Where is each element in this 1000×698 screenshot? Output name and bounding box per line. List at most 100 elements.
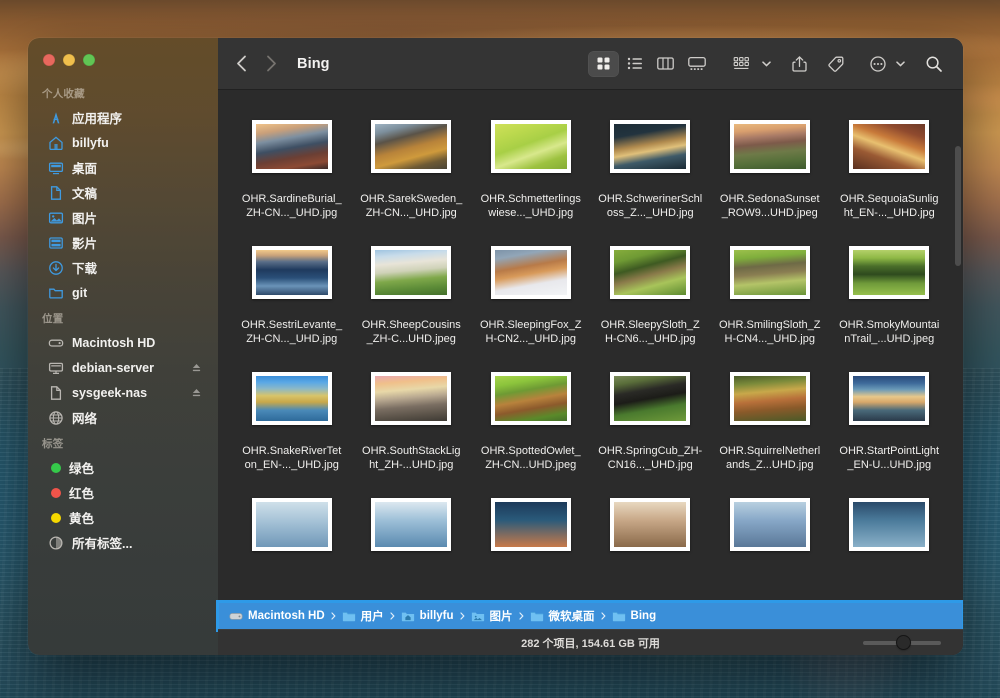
chevron-down-icon <box>762 61 771 67</box>
sidebar-item-tag-dot-red[interactable]: 红色 <box>34 480 212 505</box>
eject-icon[interactable] <box>191 362 202 373</box>
file-item[interactable] <box>352 485 472 570</box>
thumbnail-image <box>375 376 447 421</box>
file-item[interactable]: OHR.StartPointLight_EN-U...UHD.jpg <box>830 359 950 472</box>
file-item[interactable]: OHR.SarekSweden_ZH-CN..._UHD.jpg <box>352 107 472 220</box>
file-thumbnail <box>252 372 332 425</box>
more-actions-chevron[interactable] <box>893 61 907 67</box>
scrollbar-thumb[interactable] <box>955 146 961 266</box>
group-by-chevron[interactable] <box>759 61 773 67</box>
file-thumbnail-box <box>849 359 929 437</box>
file-item[interactable]: OHR.SmilingSloth_ZH-CN4..._UHD.jpg <box>710 233 830 346</box>
sidebar-item-pictures-icon[interactable]: 图片 <box>34 205 212 230</box>
file-name: OHR.Schmetterlingswiese..._UHD.jpg <box>479 192 583 220</box>
file-grid-scroll-area[interactable]: OHR.SardineBurial_ZH-CN..._UHD.jpg OHR.Sa… <box>218 90 963 655</box>
path-bar[interactable]: Macintosh HD 用户 billyfu 图片 微软桌面 Bing <box>219 603 962 629</box>
sidebar-item-label: 图片 <box>72 208 97 227</box>
sidebar-item-tag-dot-yellow[interactable]: 黄色 <box>34 505 212 530</box>
file-thumbnail-box <box>610 359 690 437</box>
slider-knob[interactable] <box>897 636 910 649</box>
finder-sidebar: 个人收藏应用程序billyfu桌面文稿图片影片下载git位置Macintosh … <box>28 38 218 655</box>
file-item[interactable]: OHR.SestriLevante_ZH-CN..._UHD.jpg <box>232 233 352 346</box>
breadcrumb-separator <box>390 612 395 620</box>
eject-icon[interactable] <box>191 387 202 398</box>
file-thumbnail-box <box>371 485 451 563</box>
ellipsis-circle-icon <box>869 55 887 73</box>
icon-size-slider[interactable] <box>863 637 941 649</box>
file-item[interactable]: OHR.SleepingFox_ZH-CN2..._UHD.jpg <box>471 233 591 346</box>
breadcrumb-item[interactable]: 图片 <box>471 608 513 624</box>
file-item[interactable]: OHR.SpottedOwlet_ZH-CN...UHD.jpeg <box>471 359 591 472</box>
gallery-view-button[interactable] <box>681 51 712 77</box>
search-button[interactable] <box>918 51 949 77</box>
thumbnail-image <box>853 376 925 421</box>
sidebar-item-folder-icon[interactable]: git <box>34 280 212 305</box>
file-item[interactable] <box>830 485 950 570</box>
sidebar-item-label: 所有标签... <box>72 533 132 552</box>
sidebar-item-movies-icon[interactable]: 影片 <box>34 230 212 255</box>
sidebar-group-title: 标签 <box>28 430 218 455</box>
file-item[interactable]: OHR.SouthStackLight_ZH-...UHD.jpg <box>352 359 472 472</box>
file-item[interactable]: OHR.SleepySloth_ZH-CN6..._UHD.jpg <box>591 233 711 346</box>
file-item[interactable] <box>591 485 711 570</box>
breadcrumb-item[interactable]: 用户 <box>342 608 384 624</box>
sidebar-item-server-icon[interactable]: debian-server <box>34 355 212 380</box>
back-button[interactable] <box>226 50 256 78</box>
close-button[interactable] <box>43 54 55 66</box>
sidebar-item-all-tags-icon[interactable]: 所有标签... <box>34 530 212 555</box>
file-item[interactable]: OHR.SedonaSunset_ROW9...UHD.jpeg <box>710 107 830 220</box>
file-item[interactable]: OHR.Schmetterlingswiese..._UHD.jpg <box>471 107 591 220</box>
sidebar-item-label: 桌面 <box>72 158 97 177</box>
file-item[interactable]: OHR.SmokyMountainTrail_...UHD.jpeg <box>830 233 950 346</box>
thumbnail-image <box>256 250 328 295</box>
file-thumbnail <box>252 498 332 551</box>
sidebar-item-applications-icon[interactable]: 应用程序 <box>34 105 212 130</box>
sidebar-item-tag-dot-green[interactable]: 绿色 <box>34 455 212 480</box>
maximize-button[interactable] <box>83 54 95 66</box>
sidebar-item-documents-icon[interactable]: 文稿 <box>34 180 212 205</box>
group-by-button[interactable] <box>723 51 759 77</box>
forward-button[interactable] <box>256 50 286 78</box>
pictures-icon <box>48 210 64 226</box>
sidebar-scroll-area[interactable]: 个人收藏应用程序billyfu桌面文稿图片影片下载git位置Macintosh … <box>28 66 218 563</box>
vertical-scrollbar[interactable] <box>955 146 961 599</box>
sidebar-item-label: 绿色 <box>69 458 94 477</box>
thumbnail-image <box>495 376 567 421</box>
share-button[interactable] <box>784 51 815 77</box>
breadcrumb-item[interactable]: Bing <box>612 610 657 623</box>
file-item[interactable]: OHR.SardineBurial_ZH-CN..._UHD.jpg <box>232 107 352 220</box>
column-view-button[interactable] <box>650 51 681 77</box>
file-item[interactable]: OHR.SnakeRiverTeton_EN-..._UHD.jpg <box>232 359 352 472</box>
icon-view-button[interactable] <box>588 51 619 77</box>
sidebar-item-home-icon[interactable]: billyfu <box>34 130 212 155</box>
sidebar-item-harddisk-icon[interactable]: Macintosh HD <box>34 330 212 355</box>
sidebar-item-label: 红色 <box>69 483 94 502</box>
breadcrumb-item[interactable]: 微软桌面 <box>530 608 595 624</box>
list-view-button[interactable] <box>619 51 650 77</box>
thumbnail-image <box>495 250 567 295</box>
sidebar-item-network-globe-icon[interactable]: 网络 <box>34 405 212 430</box>
group-by-icon <box>732 55 751 72</box>
file-item[interactable] <box>710 485 830 570</box>
file-item[interactable]: OHR.SquirrelNetherlands_Z...UHD.jpg <box>710 359 830 472</box>
desktop-icon <box>48 160 64 176</box>
breadcrumb-item[interactable]: Macintosh HD <box>229 610 325 623</box>
file-name: OHR.StartPointLight_EN-U...UHD.jpg <box>837 444 941 472</box>
sidebar-item-disk-share-icon[interactable]: sysgeek-nas <box>34 380 212 405</box>
file-name: OHR.SchwerinerSchloss_Z..._UHD.jpg <box>598 192 702 220</box>
file-thumbnail <box>730 246 810 299</box>
file-item[interactable]: OHR.SequoiaSunlight_EN-..._UHD.jpg <box>830 107 950 220</box>
file-item[interactable] <box>232 485 352 570</box>
sidebar-item-downloads-icon[interactable]: 下载 <box>34 255 212 280</box>
file-item[interactable]: OHR.SheepCousins_ZH-C...UHD.jpeg <box>352 233 472 346</box>
file-item[interactable]: OHR.SchwerinerSchloss_Z..._UHD.jpg <box>591 107 711 220</box>
minimize-button[interactable] <box>63 54 75 66</box>
breadcrumb-item[interactable]: billyfu <box>401 610 454 623</box>
more-actions-button[interactable] <box>862 51 893 77</box>
file-name: OHR.SardineBurial_ZH-CN..._UHD.jpg <box>240 192 344 220</box>
tag-button[interactable] <box>820 51 851 77</box>
file-item[interactable]: OHR.SpringCub_ZH-CN16..._UHD.jpg <box>591 359 711 472</box>
file-item[interactable] <box>471 485 591 570</box>
sidebar-item-desktop-icon[interactable]: 桌面 <box>34 155 212 180</box>
file-thumbnail <box>849 372 929 425</box>
